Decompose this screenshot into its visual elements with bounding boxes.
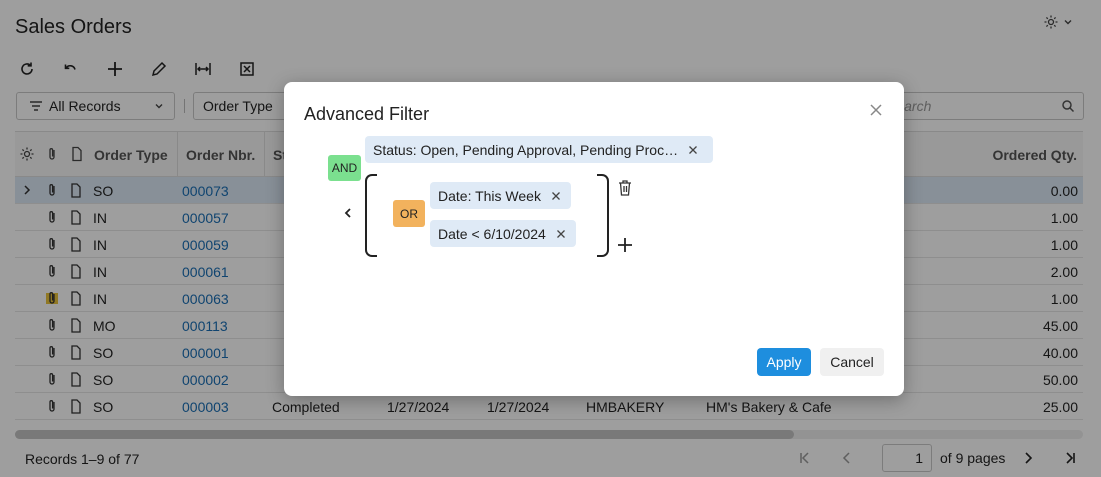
filter-tag-date-before[interactable]: Date < 6/10/2024 — [430, 220, 576, 247]
group-bracket-right — [597, 174, 609, 257]
trash-icon[interactable] — [617, 179, 633, 197]
apply-button[interactable]: Apply — [757, 348, 811, 376]
filter-tag-label: Status: Open, Pending Approval, Pending … — [373, 141, 679, 158]
filter-tag-date-week[interactable]: Date: This Week — [430, 182, 571, 209]
filter-tag-label: Date: This Week — [438, 187, 541, 204]
remove-tag-icon[interactable] — [688, 145, 698, 155]
and-operator-toggle[interactable]: AND — [328, 155, 361, 181]
remove-tag-icon[interactable] — [556, 229, 566, 239]
cancel-button[interactable]: Cancel — [820, 348, 884, 376]
or-operator-toggle[interactable]: OR — [393, 200, 425, 227]
filter-tag-status[interactable]: Status: Open, Pending Approval, Pending … — [365, 136, 713, 163]
filter-tag-label: Date < 6/10/2024 — [438, 225, 546, 242]
add-condition-icon[interactable] — [616, 236, 634, 254]
close-icon[interactable] — [868, 102, 884, 118]
collapse-group-icon[interactable] — [342, 206, 354, 220]
group-bracket-left — [365, 174, 377, 257]
advanced-filter-dialog: Advanced Filter AND Status: Open, Pendin… — [284, 82, 904, 396]
dialog-title: Advanced Filter — [304, 104, 430, 124]
remove-tag-icon[interactable] — [551, 191, 561, 201]
